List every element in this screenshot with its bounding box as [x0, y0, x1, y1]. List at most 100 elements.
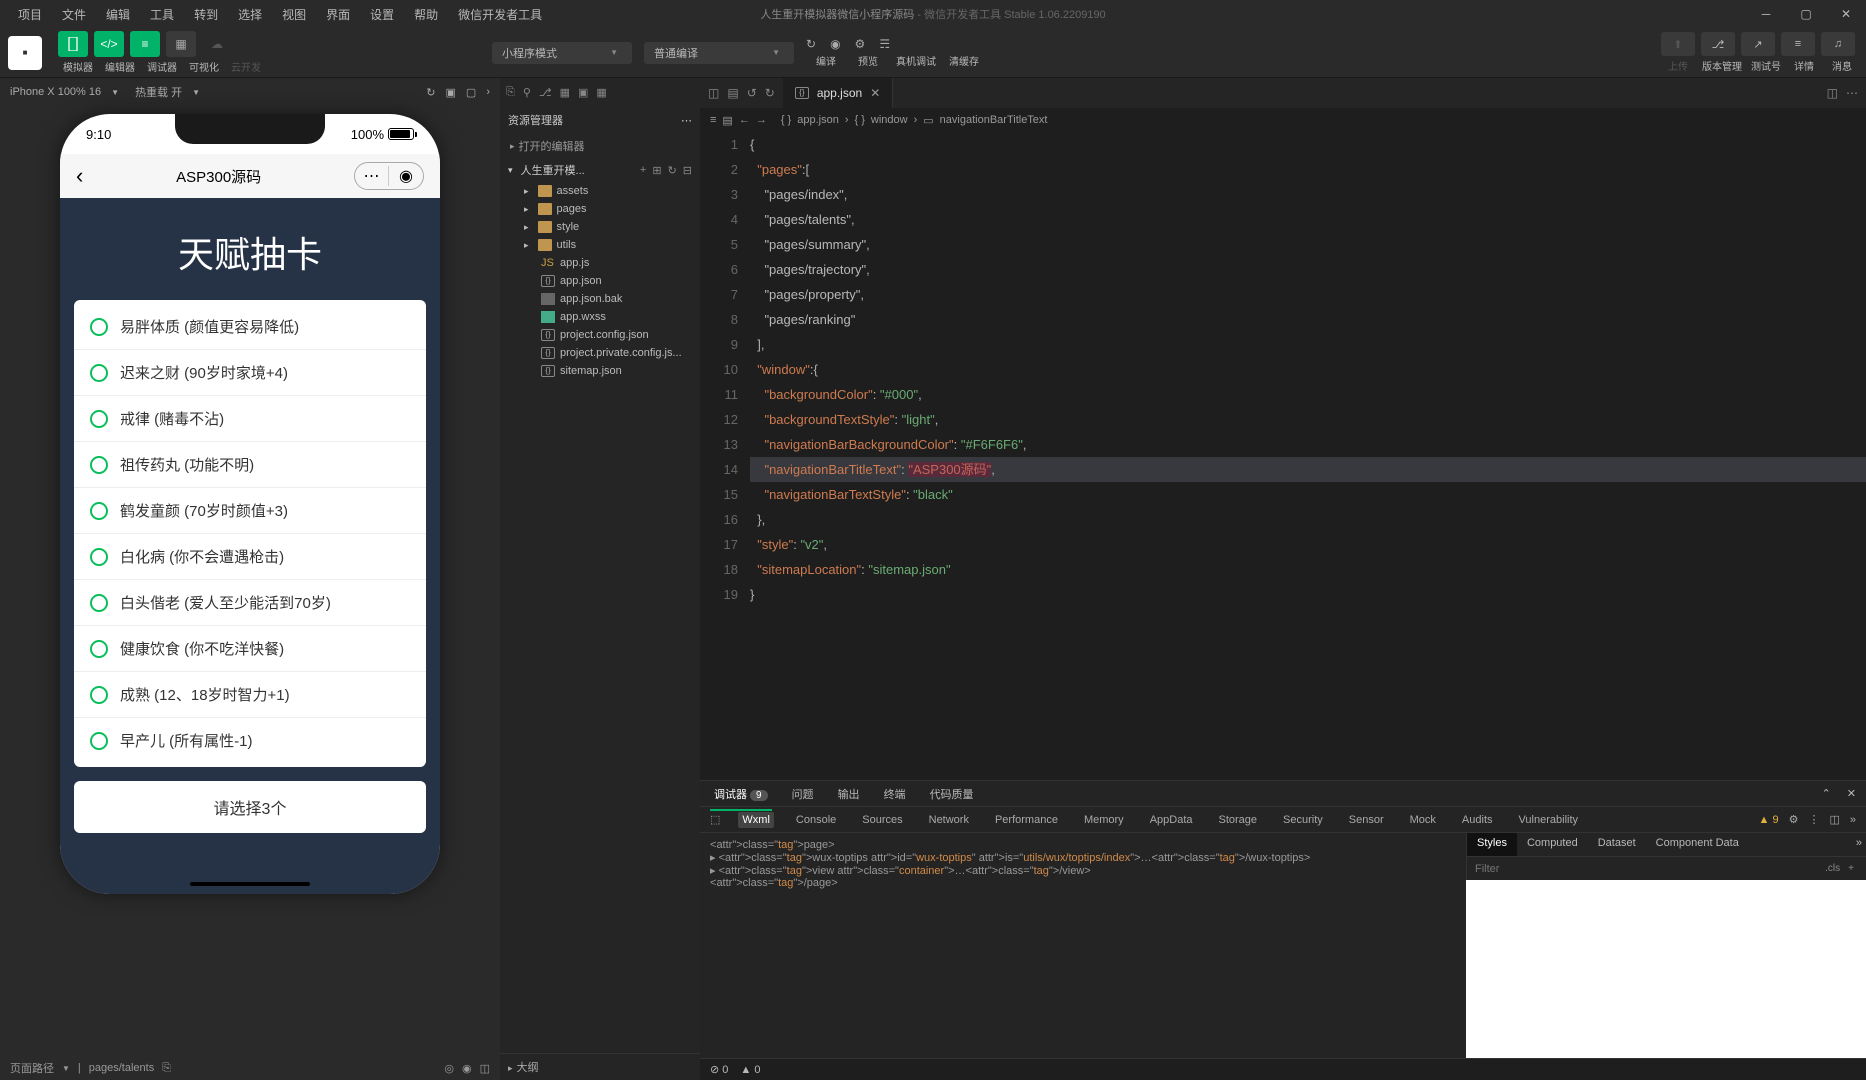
screenshot-icon[interactable]: ▣	[446, 86, 456, 99]
cloud-button[interactable]: ☁	[202, 31, 232, 57]
mode-dropdown[interactable]: 小程序模式▼	[492, 42, 632, 64]
computed-tab[interactable]: Computed	[1517, 833, 1588, 856]
element-picker-icon[interactable]: ⬚	[710, 813, 720, 826]
maximize-button[interactable]: ▢	[1786, 0, 1826, 28]
hot-reload-toggle[interactable]: 热重载 开	[135, 84, 182, 100]
tree-item-file[interactable]: {}project.config.json	[500, 326, 700, 344]
menu-select[interactable]: 选择	[228, 2, 272, 27]
tree-item-file[interactable]: {}project.private.config.js...	[500, 344, 700, 362]
tree-item-file[interactable]: {}sitemap.json	[500, 362, 700, 380]
menu-view[interactable]: 视图	[272, 2, 316, 27]
upload-button[interactable]: ⬆	[1661, 32, 1695, 56]
project-root[interactable]: ▾人生重开模... + ⊞ ↻ ⊟	[500, 158, 700, 182]
rotate-icon[interactable]: ↻	[426, 86, 435, 99]
split-icon[interactable]: ◫	[1827, 86, 1838, 100]
remote-debug-icon[interactable]: ⚙	[855, 37, 866, 51]
target-icon[interactable]: ◎	[444, 1062, 454, 1075]
tree-item-folder[interactable]: ▸assets	[500, 182, 700, 200]
open-editors-header[interactable]: ▸打开的编辑器	[500, 134, 700, 158]
files-icon[interactable]: ⎘	[506, 86, 515, 99]
preview-icon[interactable]: ◉	[830, 37, 840, 51]
tree-item-file[interactable]: app.wxss	[500, 308, 700, 326]
grid-icon[interactable]: ▦	[596, 86, 606, 99]
debug-tab-terminal[interactable]: 终端	[880, 782, 910, 806]
list-item[interactable]: 成熟 (12、18岁时智力+1)	[74, 672, 426, 718]
notify-button[interactable]: ♫	[1821, 32, 1855, 56]
list-item[interactable]: 戒律 (赌毒不沾)	[74, 396, 426, 442]
explorer-more-icon[interactable]: ⋯	[681, 114, 692, 127]
menu-goto[interactable]: 转到	[184, 2, 228, 27]
box-icon[interactable]: ▣	[578, 86, 588, 99]
git-icon[interactable]: ⎇	[539, 86, 552, 99]
list-icon[interactable]: ≡	[710, 114, 716, 126]
devtools-wxml[interactable]: Wxml	[738, 812, 774, 828]
debug-tab-problems[interactable]: 问题	[788, 782, 818, 806]
devtools-performance[interactable]: Performance	[991, 812, 1062, 828]
devtools-sensor[interactable]: Sensor	[1345, 812, 1388, 828]
list-item[interactable]: 白化病 (你不会遭遇枪击)	[74, 534, 426, 580]
miniapp-body[interactable]: 天赋抽卡 易胖体质 (颜值更容易降低) 迟来之财 (90岁时家境+4) 戒律 (…	[60, 198, 440, 894]
devtools-storage[interactable]: Storage	[1215, 812, 1262, 828]
list-item[interactable]: 迟来之财 (90岁时家境+4)	[74, 350, 426, 396]
editor-button[interactable]: </>	[94, 31, 124, 57]
close-button[interactable]: ✕	[1826, 0, 1866, 28]
cls-toggle[interactable]: .cls	[1821, 863, 1844, 874]
tree-item-folder[interactable]: ▸utils	[500, 236, 700, 254]
list-item[interactable]: 健康饮食 (你不吃洋快餐)	[74, 626, 426, 672]
minimize-button[interactable]: ─	[1746, 0, 1786, 28]
menu-help[interactable]: 帮助	[404, 2, 448, 27]
add-style-icon[interactable]: +	[1844, 863, 1858, 874]
module-icon[interactable]: ▦	[560, 86, 570, 99]
list-item[interactable]: 祖传药丸 (功能不明)	[74, 442, 426, 488]
more-tabs-icon[interactable]: ⋯	[1846, 86, 1858, 100]
debug-tab-debugger[interactable]: 调试器9	[710, 782, 772, 806]
breadcrumb-item[interactable]: navigationBarTitleText	[940, 114, 1048, 126]
outline-header[interactable]: ▸大纲	[500, 1053, 700, 1080]
editor-tab-active[interactable]: {} app.json ✕	[783, 78, 893, 108]
panel-up-icon[interactable]: ⌃	[1822, 787, 1831, 800]
tree-item-folder[interactable]: ▸pages	[500, 200, 700, 218]
menu-settings[interactable]: 设置	[360, 2, 404, 27]
select-button[interactable]: 请选择3个	[74, 781, 426, 833]
visual-button[interactable]: ▦	[166, 31, 196, 57]
wxml-tree[interactable]: <attr">class="tag">page>▸ <attr">class="…	[700, 833, 1466, 1058]
error-count[interactable]: ⊘ 0	[710, 1063, 728, 1076]
collapse-sidebar-icon[interactable]: ◫	[708, 86, 719, 100]
search-tree-icon[interactable]: ⚲	[523, 86, 531, 99]
version-button[interactable]: ⎇	[1701, 32, 1735, 56]
menu-capsule[interactable]: ⋯	[355, 166, 389, 186]
menu-file[interactable]: 文件	[52, 2, 96, 27]
styles-tab[interactable]: Styles	[1467, 833, 1517, 856]
devtools-network[interactable]: Network	[925, 812, 973, 828]
eye-icon[interactable]: ◉	[462, 1062, 472, 1075]
componentdata-tab[interactable]: Component Data	[1646, 833, 1749, 856]
devtools-security[interactable]: Security	[1279, 812, 1327, 828]
close-tab-icon[interactable]: ✕	[870, 86, 880, 100]
prev-icon[interactable]: ←	[739, 114, 750, 126]
menu-tool[interactable]: 工具	[140, 2, 184, 27]
devtools-more-icon[interactable]: ⋮	[1808, 813, 1819, 826]
close-capsule[interactable]: ◉	[389, 166, 423, 186]
debug-tab-output[interactable]: 输出	[834, 782, 864, 806]
compile-dropdown[interactable]: 普通编译▼	[644, 42, 794, 64]
bookmark-icon[interactable]: ▤	[722, 114, 732, 127]
save-icon[interactable]: ▤	[727, 86, 738, 100]
tree-item-file[interactable]: app.json.bak	[500, 290, 700, 308]
breadcrumb-item[interactable]: window	[871, 114, 908, 126]
devtools-mock[interactable]: Mock	[1406, 812, 1440, 828]
breadcrumb-item[interactable]: app.json	[797, 114, 839, 126]
menu-project[interactable]: 项目	[8, 2, 52, 27]
detail-button[interactable]: ≡	[1781, 32, 1815, 56]
devtools-vuln[interactable]: Vulnerability	[1515, 812, 1583, 828]
detach-icon[interactable]: ▢	[466, 86, 476, 99]
code-editor[interactable]: 12345678910111213141516171819 { "pages":…	[700, 132, 1866, 780]
devtools-audits[interactable]: Audits	[1458, 812, 1497, 828]
warning-count[interactable]: ▲ 9	[1759, 814, 1779, 826]
devtools-sources[interactable]: Sources	[858, 812, 906, 828]
warn-count[interactable]: ▲ 0	[740, 1064, 760, 1076]
list-item[interactable]: 易胖体质 (颜值更容易降低)	[74, 304, 426, 350]
devtools-dock-icon[interactable]: ◫	[1829, 813, 1839, 826]
devtools-expand-icon[interactable]: »	[1850, 814, 1856, 826]
back-icon[interactable]: ‹	[76, 163, 83, 189]
debug-tab-quality[interactable]: 代码质量	[926, 782, 978, 806]
